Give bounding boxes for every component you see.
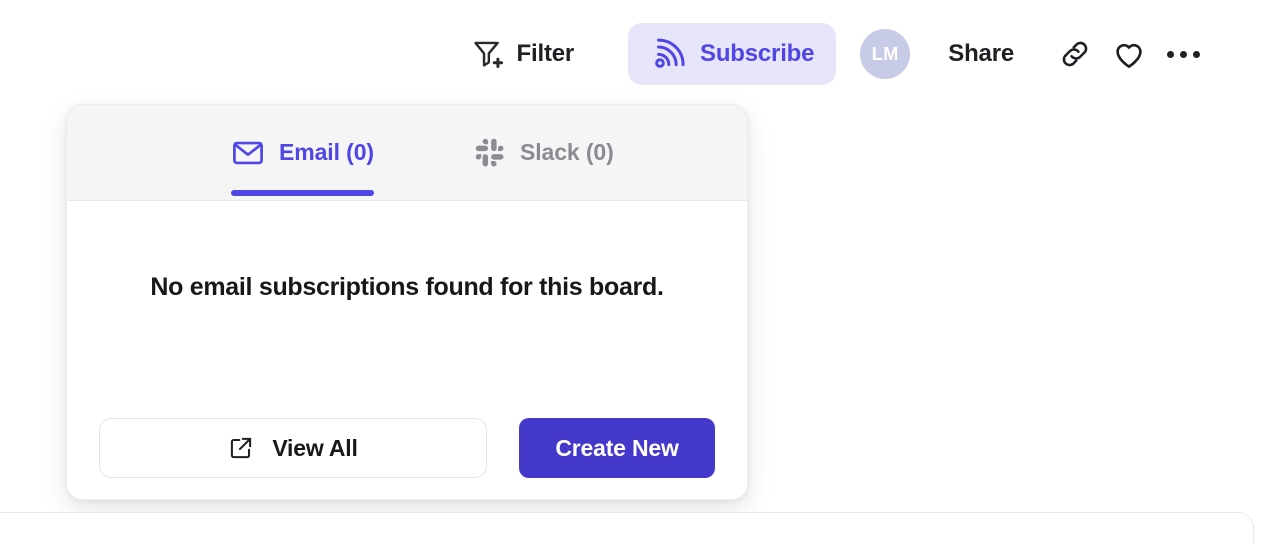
tab-email-label: Email (0) — [279, 139, 374, 165]
external-link-icon — [228, 435, 254, 461]
app-screen: Filter Subscribe LM Share Email (0) Slac… — [0, 0, 1270, 544]
filter-plus-icon — [471, 37, 505, 71]
share-button[interactable]: Share — [934, 26, 1028, 82]
favorite-button[interactable] — [1102, 27, 1156, 81]
board-toolbar: Filter Subscribe LM Share — [0, 0, 1270, 108]
copy-link-button[interactable] — [1048, 27, 1102, 81]
tab-slack[interactable]: Slack (0) — [474, 105, 614, 201]
empty-state-message: No email subscriptions found for this bo… — [150, 273, 664, 301]
view-all-button[interactable]: View All — [99, 418, 487, 478]
more-horizontal-icon — [1166, 50, 1200, 58]
filter-label: Filter — [516, 40, 575, 67]
tab-email[interactable]: Email (0) — [231, 105, 374, 201]
create-new-button[interactable]: Create New — [519, 418, 715, 478]
panel-tab-bar: Email (0) Slack (0) — [67, 105, 747, 201]
view-all-label: View All — [272, 434, 358, 461]
rss-signal-icon — [650, 35, 688, 73]
more-options-button[interactable] — [1156, 27, 1210, 81]
subscribe-button[interactable]: Subscribe — [628, 23, 837, 85]
panel-body: No email subscriptions found for this bo… — [67, 201, 747, 499]
subscribe-dropdown-panel: Email (0) Slack (0) No email subscriptio… — [66, 104, 748, 500]
panel-action-bar: View All Create New — [99, 418, 715, 478]
avatar[interactable]: LM — [860, 29, 911, 79]
avatar-initials: LM — [871, 43, 899, 64]
create-new-label: Create New — [555, 434, 679, 461]
active-tab-indicator — [231, 189, 374, 196]
content-container-edge — [0, 512, 1254, 544]
tab-slack-label: Slack (0) — [519, 139, 614, 165]
slack-icon — [474, 137, 506, 169]
envelope-icon — [231, 136, 265, 170]
subscribe-label: Subscribe — [700, 40, 815, 67]
share-label: Share — [948, 40, 1014, 67]
link-icon — [1058, 37, 1092, 71]
heart-icon — [1111, 36, 1147, 72]
filter-button[interactable]: Filter — [457, 26, 588, 82]
